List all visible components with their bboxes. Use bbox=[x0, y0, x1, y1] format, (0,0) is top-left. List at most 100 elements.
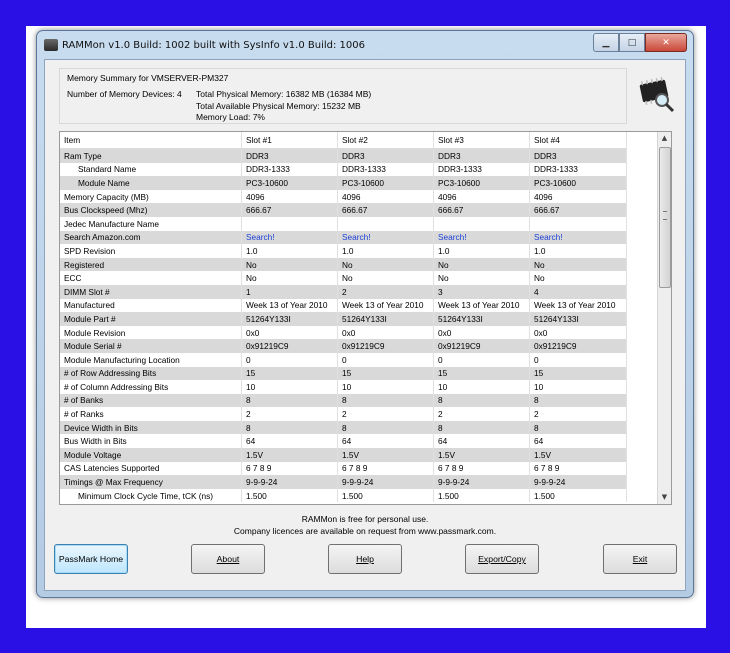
table-row[interactable]: Module Manufacturing Location 0 0 0 0 bbox=[60, 352, 627, 367]
slot-value: 6 7 8 9 bbox=[241, 461, 338, 476]
table-row[interactable]: ECC No No No No bbox=[60, 271, 627, 285]
table-row[interactable]: Jedec Manufacture Name bbox=[60, 216, 627, 231]
table-row[interactable]: Search Amazon.com Search! Search! Search! Se… bbox=[60, 230, 627, 245]
table-row[interactable]: Minimum Clock Cycle Time, tCK (ns) 1.500 1… bbox=[60, 488, 627, 503]
scroll-thumb[interactable] bbox=[659, 147, 671, 288]
table-row[interactable]: # of Ranks 2 2 2 2 bbox=[60, 407, 627, 421]
help-button[interactable]: Help bbox=[328, 544, 402, 574]
window-controls: ▁ □ ✕ bbox=[593, 33, 687, 52]
slot-value: 0 bbox=[337, 352, 434, 367]
scroll-up-arrow-icon[interactable]: ▲ bbox=[658, 132, 671, 145]
table-row[interactable]: CAS Latencies Supported 6 7 8 96 7 8 96 7… bbox=[60, 461, 627, 476]
memory-details-table[interactable]: Item Slot #1 Slot #2 Slot #3 Slot #4 Ram… bbox=[59, 131, 672, 505]
table-row[interactable]: Timings @ Max Frequency 9-9-9-24 9-9-9-24 9… bbox=[60, 475, 627, 489]
table-row[interactable]: Module Revision 0x0 0x0 0x0 0x0 bbox=[60, 325, 627, 340]
title-bar[interactable]: RAMMon v1.0 Build: 1002 built with SysIn… bbox=[37, 31, 693, 59]
search-link[interactable]: Search! bbox=[529, 230, 627, 245]
table-row[interactable]: Registered No No No No bbox=[60, 257, 627, 272]
slot-value: PC3-10600 bbox=[433, 176, 530, 190]
maximize-button[interactable]: □ bbox=[619, 33, 645, 52]
slot-value: 51264Y133I bbox=[337, 312, 434, 326]
slot-value: 4096 bbox=[433, 189, 530, 204]
slot-value bbox=[433, 216, 530, 231]
client-area: Memory Summary for VMSERVER-PM327 Number… bbox=[44, 59, 686, 591]
passmark-home-button[interactable]: PassMark Home bbox=[54, 544, 128, 574]
table-row[interactable]: # of Banks 8 8 8 8 bbox=[60, 393, 627, 408]
slot-value: 2 bbox=[529, 407, 627, 421]
header-slot-1[interactable]: Slot #1 bbox=[241, 132, 338, 149]
search-link[interactable]: Search! bbox=[241, 230, 338, 245]
scroll-down-arrow-icon[interactable]: ▼ bbox=[658, 491, 671, 504]
slot-value: 51264Y133I bbox=[529, 312, 627, 326]
slot-value: PC3-10600 bbox=[529, 176, 627, 190]
header-slot-2[interactable]: Slot #2 bbox=[337, 132, 434, 149]
about-label: About bbox=[216, 554, 240, 564]
slot-value: 0 bbox=[241, 352, 338, 367]
table-row[interactable]: # of Column Addressing Bits 10 10 10 10 bbox=[60, 380, 627, 394]
table-row[interactable]: Ram Type DDR3 DDR3 DDR3 DDR3 bbox=[60, 148, 627, 163]
table-row[interactable]: # of Row Addressing Bits 15 15 15 15 bbox=[60, 366, 627, 381]
slot-value bbox=[529, 216, 627, 231]
slot-value: DDR3-1333 bbox=[337, 162, 434, 177]
chip-magnifier-icon bbox=[639, 77, 675, 113]
about-button[interactable]: About bbox=[191, 544, 265, 574]
license-note-company: Company licences are available on reques… bbox=[233, 526, 497, 536]
table-row[interactable]: Manufactured Week 13 of Year 2010 Week 13 … bbox=[60, 298, 627, 313]
row-label: CAS Latencies Supported bbox=[60, 461, 242, 476]
slot-value: 0x91219C9 bbox=[241, 339, 338, 353]
memory-load: Memory Load: 7% bbox=[196, 112, 265, 122]
slot-value: 2 bbox=[337, 407, 434, 421]
table-row[interactable]: Module Name PC3-10600 PC3-10600 PC3-10600 PC… bbox=[60, 176, 627, 190]
slot-value: PC3-10600 bbox=[241, 176, 338, 190]
export-copy-label: Export/Copy bbox=[478, 554, 526, 564]
slot-value: 10 bbox=[529, 380, 627, 394]
vertical-scrollbar[interactable]: ▲ ▼ bbox=[657, 132, 671, 504]
row-label: # of Banks bbox=[60, 393, 242, 408]
table-row[interactable]: Module Serial #0x91219C9 0x91219C9 0x91219… bbox=[60, 339, 627, 353]
header-item[interactable]: Item bbox=[60, 132, 242, 149]
slot-value: 8 bbox=[433, 393, 530, 408]
slot-value: 10 bbox=[241, 380, 338, 394]
license-note: RAMMon is free for personal use. bbox=[301, 514, 429, 524]
table-row[interactable]: Module Part #51264Y133I 51264Y133I 51264Y1… bbox=[60, 312, 627, 326]
slot-value: 0x0 bbox=[241, 325, 338, 340]
row-label: Module Revision bbox=[60, 325, 242, 340]
slot-value: 0x91219C9 bbox=[529, 339, 627, 353]
row-label: Module Part # bbox=[60, 312, 242, 326]
slot-value: 1 bbox=[241, 284, 338, 299]
help-label: Help bbox=[356, 554, 374, 564]
table-row[interactable]: Bus Width in Bits 64 64 64 64 bbox=[60, 434, 627, 449]
row-label: # of Column Addressing Bits bbox=[60, 380, 242, 394]
slot-value: Week 13 of Year 2010 bbox=[529, 298, 627, 313]
export-copy-button[interactable]: Export/Copy bbox=[465, 544, 539, 574]
slot-value: 64 bbox=[433, 434, 530, 449]
slot-value: 1.5V bbox=[433, 448, 530, 462]
slot-value: No bbox=[241, 257, 338, 272]
slot-value: 15 bbox=[529, 366, 627, 381]
slot-value: 2 bbox=[433, 407, 530, 421]
minimize-button[interactable]: ▁ bbox=[593, 33, 619, 52]
search-link[interactable]: Search! bbox=[433, 230, 530, 245]
header-slot-4[interactable]: Slot #4 bbox=[529, 132, 627, 149]
slot-value: 0 bbox=[433, 352, 530, 367]
table-row[interactable]: Device Width in Bits 8 8 8 8 bbox=[60, 420, 627, 435]
table-row[interactable]: Bus Clockspeed (Mhz) 666.67 666.67 666.67 66… bbox=[60, 203, 627, 217]
slot-value: 9-9-9-24 bbox=[529, 475, 627, 489]
row-label: # of Row Addressing Bits bbox=[60, 366, 242, 381]
search-link[interactable]: Search! bbox=[337, 230, 434, 245]
header-slot-3[interactable]: Slot #3 bbox=[433, 132, 530, 149]
slot-value: 51264Y133I bbox=[433, 312, 530, 326]
table-row[interactable]: SPD Revision 1.0 1.0 1.0 1.0 bbox=[60, 244, 627, 258]
slot-value: 666.67 bbox=[337, 203, 434, 217]
slot-value: PC3-10600 bbox=[337, 176, 434, 190]
table-row[interactable]: Module Voltage 1.5V 1.5V 1.5V 1.5V bbox=[60, 448, 627, 462]
slot-value: 2 bbox=[337, 284, 434, 299]
exit-button[interactable]: Exit bbox=[603, 544, 677, 574]
table-row[interactable]: Memory Capacity (MB) 4096 4096 4096 4096 bbox=[60, 189, 627, 204]
close-button[interactable]: ✕ bbox=[645, 33, 687, 52]
slot-value: 4096 bbox=[241, 189, 338, 204]
table-row[interactable]: Standard Name DDR3-1333 DDR3-1333 DDR3-1333… bbox=[60, 162, 627, 177]
table-row[interactable]: DIMM Slot #1 2 3 4 bbox=[60, 284, 627, 299]
row-label: Ram Type bbox=[60, 148, 242, 163]
slot-value: 4 bbox=[529, 284, 627, 299]
